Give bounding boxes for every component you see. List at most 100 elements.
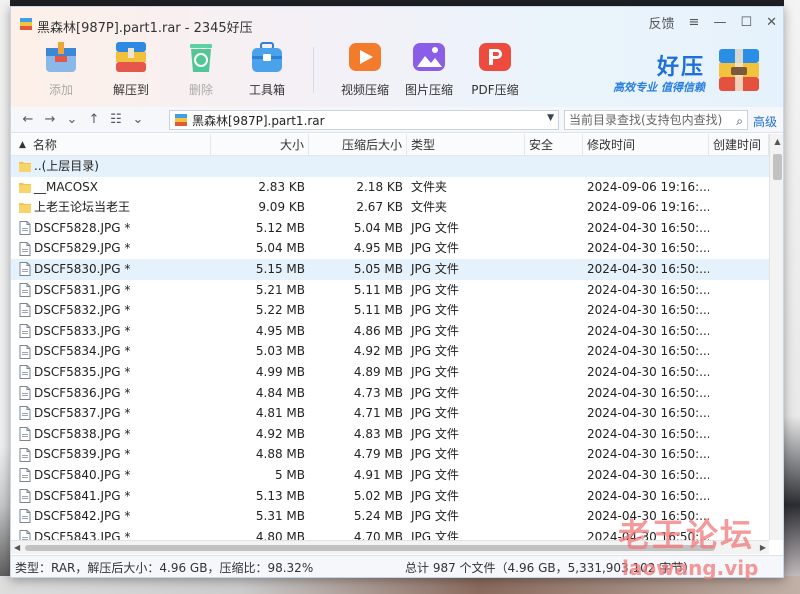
file-compressed-cell: 5.11 MB (353, 303, 403, 318)
file-created-cell (709, 362, 769, 383)
add-button[interactable]: 添加 (29, 37, 93, 98)
column-created[interactable]: 创建时间 (709, 134, 769, 155)
file-row[interactable]: DSCF5833.JPG * 4.95 MB 4.86 MB JPG 文件 2024-0… (11, 321, 769, 342)
column-type[interactable]: 类型 (407, 134, 525, 155)
file-row[interactable]: DSCF5837.JPG * 4.81 MB 4.71 MB JPG 文件 2024-0… (11, 403, 769, 424)
file-size-cell: 5 MB (274, 467, 305, 482)
video-compress-button[interactable]: 视频压缩 (333, 37, 397, 98)
horizontal-scrollbar[interactable]: ◀ ▶ (11, 540, 769, 554)
file-compressed-cell: 4.79 MB (353, 447, 403, 462)
search-input[interactable]: 当前目录查找(支持包内查找) ⌕ (564, 110, 748, 130)
navigation-bar: ← → ⌄ ↑ ☷ ⌄ 黑森林[987P].part1.rar ▼ 当前目录查找… (11, 107, 783, 133)
file-row[interactable]: __MACOSX 2.83 KB 2.18 KB 文件夹 2024-09-06 19:1… (11, 177, 769, 198)
file-modified-cell: 2024-04-30 16:50:... (587, 241, 709, 256)
file-name: DSCF5837.JPG * (34, 406, 131, 421)
file-row[interactable]: DSCF5838.JPG * 4.92 MB 4.83 MB JPG 文件 2024-0… (11, 424, 769, 445)
file-created-cell (709, 465, 769, 486)
close-button[interactable]: ✕ (766, 15, 777, 30)
title-bar: 黑森林[987P].part1.rar - 2345好压 反馈 ≡ — ☐ ✕ … (11, 7, 783, 107)
app-logo-icon (20, 18, 32, 30)
file-size-cell: 4.95 MB (255, 323, 305, 338)
extract-to-label: 解压到 (112, 83, 149, 97)
horizontal-scroll-thumb[interactable] (25, 545, 715, 551)
image-compress-button[interactable]: 图片压缩 (397, 37, 461, 98)
file-modified-cell: 2024-04-30 16:50:... (587, 488, 709, 503)
file-name: DSCF5839.JPG * (34, 447, 131, 462)
file-row[interactable]: DSCF5839.JPG * 4.88 MB 4.79 MB JPG 文件 2024-0… (11, 444, 769, 465)
file-list-header: ▲ 名称 大小 压缩后大小 类型 安全 修改时间 创建时间 (11, 134, 769, 156)
search-icon[interactable]: ⌕ (736, 112, 743, 130)
video-compress-label: 视频压缩 (340, 83, 389, 97)
file-security-cell (525, 321, 583, 342)
file-row[interactable]: DSCF5840.JPG * 5 MB 4.91 MB JPG 文件 2024-04-3… (11, 465, 769, 486)
file-name: DSCF5835.JPG * (34, 364, 131, 379)
file-created-cell (709, 424, 769, 445)
file-row[interactable]: DSCF5832.JPG * 5.22 MB 5.11 MB JPG 文件 2024-0… (11, 300, 769, 321)
column-size[interactable]: 大小 (211, 134, 309, 155)
view-mode-dropdown-icon[interactable]: ⌄ (127, 112, 149, 127)
vertical-scroll-thumb[interactable] (773, 154, 782, 180)
file-type-cell: JPG 文件 (411, 426, 459, 441)
file-row[interactable]: DSCF5842.JPG * 5.31 MB 5.24 MB JPG 文件 2024-0… (11, 506, 769, 527)
path-dropdown-icon[interactable]: ▼ (547, 113, 554, 123)
file-size-cell: 5.31 MB (255, 509, 305, 524)
scroll-right-icon[interactable]: ▶ (760, 541, 766, 555)
file-row[interactable]: DSCF5843.JPG * 4.80 MB 4.70 MB JPG 文件 2024-0… (11, 527, 769, 540)
extract-to-button[interactable]: 解压到 (99, 37, 163, 98)
maximize-button[interactable]: ☐ (740, 15, 752, 30)
file-created-cell (709, 218, 769, 239)
column-name[interactable]: ▲ 名称 (11, 134, 211, 155)
toolbox-button[interactable]: 工具箱 (235, 37, 299, 98)
file-name: DSCF5829.JPG * (34, 241, 131, 256)
file-name: ..(上层目录) (34, 159, 99, 173)
file-row[interactable]: DSCF5828.JPG * 5.12 MB 5.04 MB JPG 文件 2024-0… (11, 218, 769, 239)
file-security-cell (525, 465, 583, 486)
advanced-search-link[interactable]: 高级 (753, 113, 777, 130)
file-row[interactable]: DSCF5831.JPG * 5.21 MB 5.11 MB JPG 文件 2024-0… (11, 280, 769, 301)
desktop-background-left (0, 0, 10, 594)
feedback-button[interactable]: 反馈 (649, 13, 675, 32)
scroll-up-icon[interactable]: ▲ (770, 134, 783, 150)
history-dropdown-icon[interactable]: ⌄ (61, 112, 83, 127)
file-size-cell: 5.04 MB (255, 241, 305, 256)
menu-icon[interactable]: ≡ (689, 15, 700, 30)
scroll-left-icon[interactable]: ◀ (14, 541, 20, 555)
file-name: DSCF5831.JPG * (34, 282, 131, 297)
file-modified-cell: 2024-04-30 16:50:... (587, 282, 709, 297)
up-level-icon[interactable]: ↑ (83, 112, 105, 127)
file-security-cell (525, 424, 583, 445)
minimize-button[interactable]: — (713, 15, 726, 30)
file-type-cell: JPG 文件 (411, 241, 459, 256)
delete-label: 删除 (188, 83, 213, 97)
forward-arrow-icon[interactable]: → (39, 112, 61, 127)
column-compressed-size[interactable]: 压缩后大小 (309, 134, 407, 155)
file-row[interactable]: DSCF5835.JPG * 4.99 MB 4.89 MB JPG 文件 2024-0… (11, 362, 769, 383)
file-security-cell (525, 197, 583, 218)
file-security-cell (525, 280, 583, 301)
file-size-cell: 5.12 MB (255, 220, 305, 235)
column-modified[interactable]: 修改时间 (583, 134, 709, 155)
pdf-compress-label: PDF压缩 (471, 83, 519, 97)
file-created-cell (709, 486, 769, 507)
view-mode-icon[interactable]: ☷ (105, 112, 127, 127)
file-row[interactable]: DSCF5830.JPG * 5.15 MB 5.05 MB JPG 文件 2024-0… (11, 258, 769, 280)
file-name-cell: DSCF5843.JPG * (11, 527, 211, 540)
file-icon (19, 262, 31, 277)
file-compressed-cell: 5.04 MB (353, 220, 403, 235)
pdf-compress-button[interactable]: PDF压缩 (463, 37, 527, 98)
file-modified-cell: 2024-04-30 16:50:... (587, 426, 709, 441)
add-archive-icon (41, 37, 81, 77)
vertical-scrollbar[interactable]: ▲ (769, 134, 783, 540)
file-row[interactable]: DSCF5836.JPG * 4.84 MB 4.73 MB JPG 文件 2024-0… (11, 383, 769, 404)
file-row[interactable]: DSCF5841.JPG * 5.13 MB 5.02 MB JPG 文件 2024-0… (11, 486, 769, 507)
path-field[interactable]: 黑森林[987P].part1.rar ▼ (169, 110, 559, 130)
back-arrow-icon[interactable]: ← (17, 112, 39, 127)
file-row[interactable]: DSCF5834.JPG * 5.03 MB 4.92 MB JPG 文件 2024-0… (11, 341, 769, 362)
file-list: ▲ 名称 大小 压缩后大小 类型 安全 修改时间 创建时间 ..(上层目录) __… (11, 134, 769, 540)
file-created-cell (709, 177, 769, 198)
file-row[interactable]: 上老王论坛当老王 9.09 KB 2.67 KB 文件夹 2024-09-06 19:1… (11, 197, 769, 218)
delete-button[interactable]: 删除 (169, 37, 233, 98)
parent-directory-row[interactable]: ..(上层目录) (11, 156, 769, 177)
column-security[interactable]: 安全 (525, 134, 583, 155)
file-row[interactable]: DSCF5829.JPG * 5.04 MB 4.95 MB JPG 文件 2024-0… (11, 238, 769, 259)
